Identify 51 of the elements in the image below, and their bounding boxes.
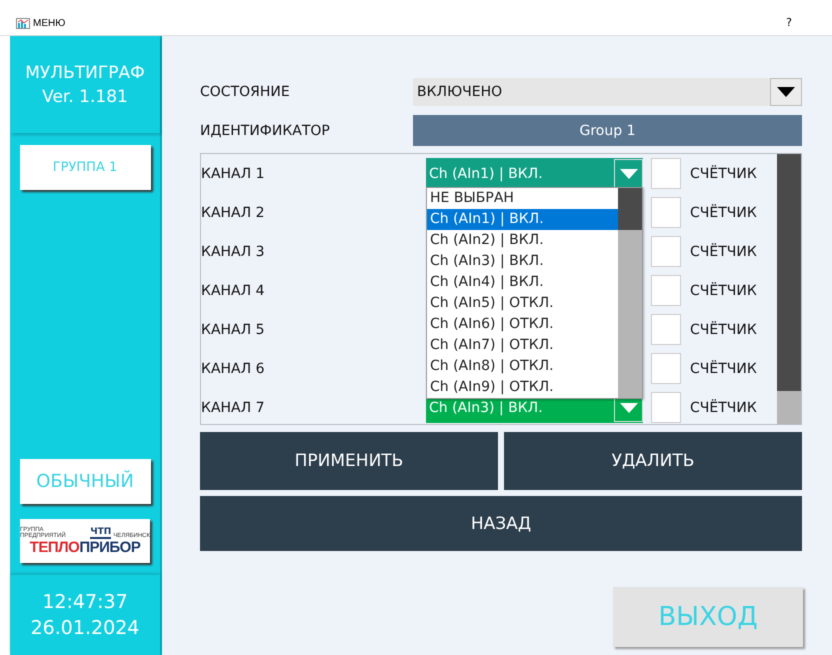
channel-label: КАНАЛ 1 bbox=[201, 166, 266, 182]
help-button[interactable]: ? bbox=[786, 16, 792, 29]
counter-label: СЧЁТЧИК bbox=[690, 360, 757, 376]
identifier-label: ИДЕНТИФИКАТОР bbox=[200, 122, 331, 138]
window-title: МЕНЮ bbox=[33, 18, 66, 29]
logo-wordmark: ТЕПЛОПРИБОР bbox=[30, 538, 140, 556]
dropdown-option[interactable]: Ch (AIn3) | ВКЛ. bbox=[427, 251, 618, 272]
dropdown-option[interactable]: Ch (AIn2) | ВКЛ. bbox=[427, 230, 618, 251]
dropdown-option[interactable]: НЕ ВЫБРАН bbox=[427, 188, 618, 209]
channel-label: КАНАЛ 7 bbox=[201, 400, 266, 416]
counter-checkbox[interactable] bbox=[651, 158, 681, 189]
delete-button[interactable]: УДАЛИТЬ bbox=[504, 432, 802, 490]
dropdown-caret-icon bbox=[777, 87, 795, 97]
channel-label: КАНАЛ 2 bbox=[201, 204, 266, 220]
identifier-field[interactable]: Group 1 bbox=[413, 115, 802, 146]
dropdown-option[interactable]: Ch (AIn7) | ОТКЛ. bbox=[427, 335, 618, 356]
logo-emblem: ЧТП bbox=[90, 528, 112, 538]
channel-label: КАНАЛ 5 bbox=[201, 322, 266, 338]
dropdown-option[interactable]: Ch (AIn6) | ОТКЛ. bbox=[427, 314, 618, 335]
counter-checkbox[interactable] bbox=[651, 275, 681, 306]
counter-checkbox[interactable] bbox=[651, 392, 681, 423]
channel-label: КАНАЛ 6 bbox=[201, 360, 266, 376]
channel-label: КАНАЛ 4 bbox=[201, 282, 266, 298]
counter-checkbox[interactable] bbox=[651, 197, 681, 228]
scrollbar[interactable] bbox=[618, 188, 642, 398]
counter-label: СЧЁТЧИК bbox=[690, 244, 757, 260]
channel-label: КАНАЛ 3 bbox=[201, 244, 266, 260]
dropdown-option[interactable]: Ch (AIn4) | ВКЛ. bbox=[427, 272, 618, 293]
state-dropdown[interactable]: ВКЛЮЧЕНО bbox=[413, 78, 802, 106]
counter-checkbox[interactable] bbox=[651, 353, 681, 384]
counter-checkbox[interactable] bbox=[651, 236, 681, 267]
app-version: Ver. 1.181 bbox=[42, 86, 128, 106]
back-button[interactable]: НАЗАД bbox=[200, 496, 802, 551]
counter-label: СЧЁТЧИК bbox=[690, 322, 757, 338]
apply-button[interactable]: ПРИМЕНИТЬ bbox=[200, 432, 498, 490]
dropdown-caret-icon bbox=[620, 168, 638, 178]
dropdown-caret-icon bbox=[620, 402, 638, 412]
clock-date: 26.01.2024 bbox=[30, 617, 140, 639]
counter-label: СЧЁТЧИК bbox=[690, 282, 757, 298]
dropdown-option[interactable]: Ch (AIn5) | ОТКЛ. bbox=[427, 293, 618, 314]
clock-time: 12:47:37 bbox=[42, 591, 128, 613]
counter-label: СЧЁТЧИК bbox=[690, 204, 757, 220]
counter-label: СЧЁТЧИК bbox=[690, 166, 757, 182]
dropdown-option[interactable]: Ch (AIn1) | ВКЛ. bbox=[427, 209, 618, 230]
counter-checkbox[interactable] bbox=[651, 314, 681, 345]
counter-label: СЧЁТЧИК bbox=[690, 400, 757, 416]
chart-icon bbox=[16, 18, 30, 29]
scrollbar[interactable] bbox=[777, 154, 801, 424]
state-label: СОСТОЯНИЕ bbox=[200, 84, 291, 100]
dropdown-option[interactable]: Ch (AIn8) | ОТКЛ. bbox=[427, 356, 618, 377]
app-name: МУЛЬТИГРАФ bbox=[25, 62, 145, 82]
